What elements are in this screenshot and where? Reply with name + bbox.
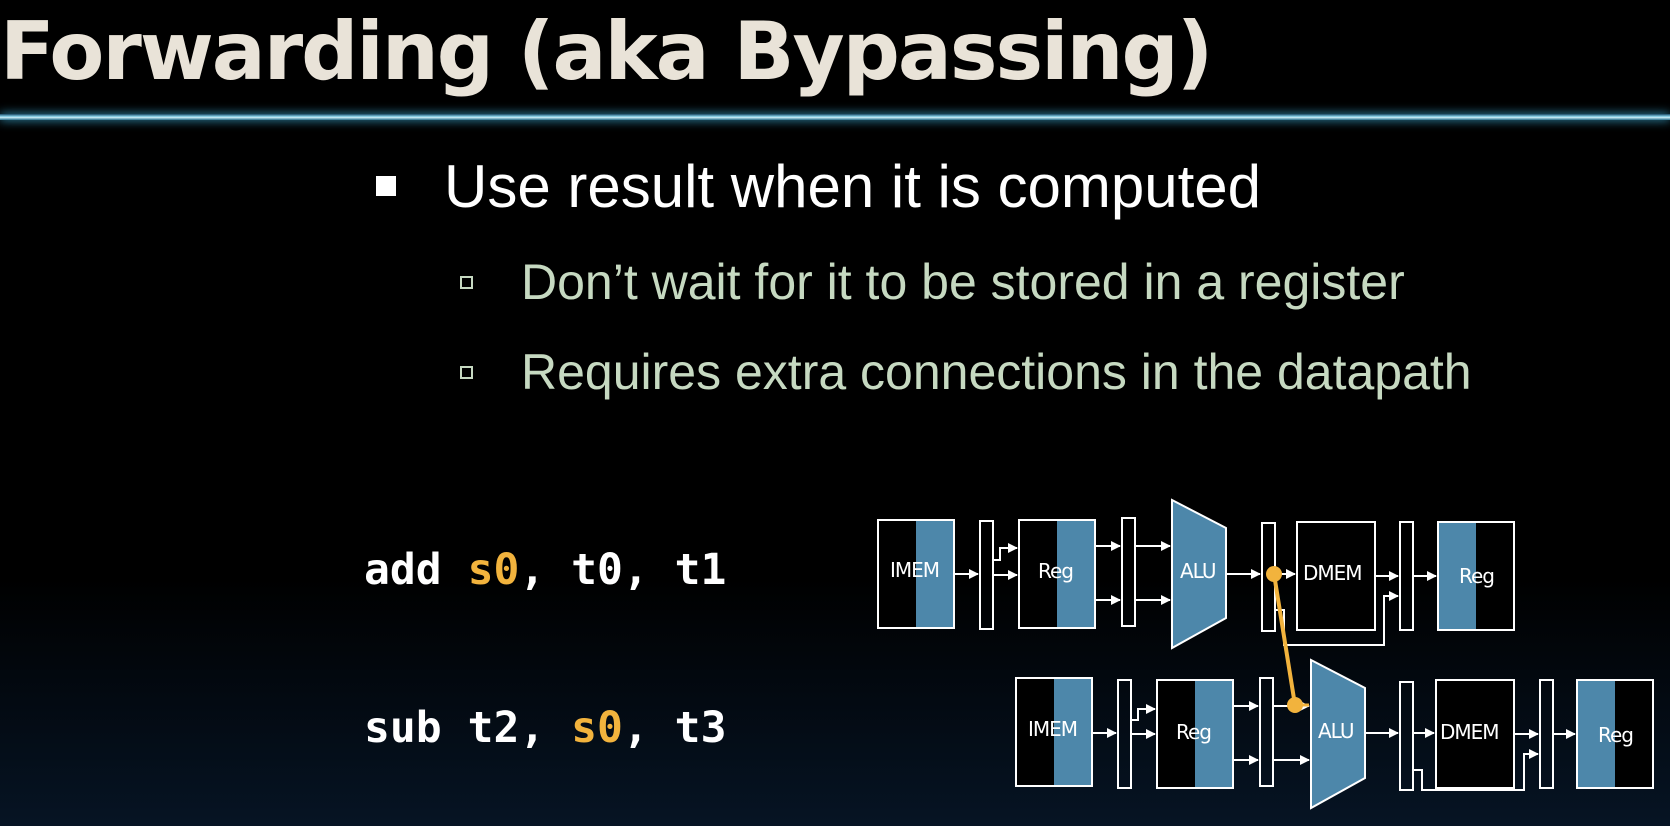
stage-imem: IMEM	[1015, 677, 1093, 787]
stage-label: Reg	[1038, 559, 1073, 583]
pipeline-register	[1117, 679, 1132, 789]
pipeline-diagram: IMEM Reg ALU DMEM Reg IMEM Reg ALU DMEM …	[877, 498, 1654, 810]
stage-label: IMEM	[890, 558, 939, 582]
stage-alu: ALU	[1171, 498, 1227, 650]
pipeline-register	[1399, 681, 1414, 791]
stage-reg-write: Reg	[1437, 521, 1515, 631]
stage-reg-write: Reg	[1576, 679, 1654, 789]
pipeline-register	[1121, 517, 1136, 627]
stage-dmem: DMEM	[1435, 679, 1515, 789]
pipeline-register	[1399, 521, 1414, 631]
stage-label: Reg	[1598, 723, 1633, 747]
stage-label: IMEM	[1028, 717, 1077, 741]
stage-label: DMEM	[1440, 720, 1499, 744]
pipeline-register	[1259, 677, 1274, 787]
stage-reg-read: Reg	[1156, 679, 1234, 789]
pipeline-add: IMEM Reg ALU DMEM Reg	[877, 498, 1515, 650]
stage-label: ALU	[1318, 719, 1353, 743]
forwarding-source-dot	[1266, 566, 1282, 582]
pipeline-register	[979, 520, 994, 630]
pipeline-register	[1539, 679, 1554, 789]
stage-dmem: DMEM	[1296, 521, 1376, 631]
stage-imem: IMEM	[877, 519, 955, 629]
stage-reg-read: Reg	[1018, 519, 1096, 629]
stage-label: Reg	[1459, 564, 1494, 588]
stage-label: DMEM	[1303, 561, 1362, 585]
forwarding-destination-dot	[1287, 697, 1303, 713]
stage-label: Reg	[1176, 720, 1211, 744]
stage-label: ALU	[1180, 559, 1215, 583]
stage-alu: ALU	[1310, 658, 1366, 810]
pipeline-sub: IMEM Reg ALU DMEM Reg	[1015, 658, 1654, 810]
